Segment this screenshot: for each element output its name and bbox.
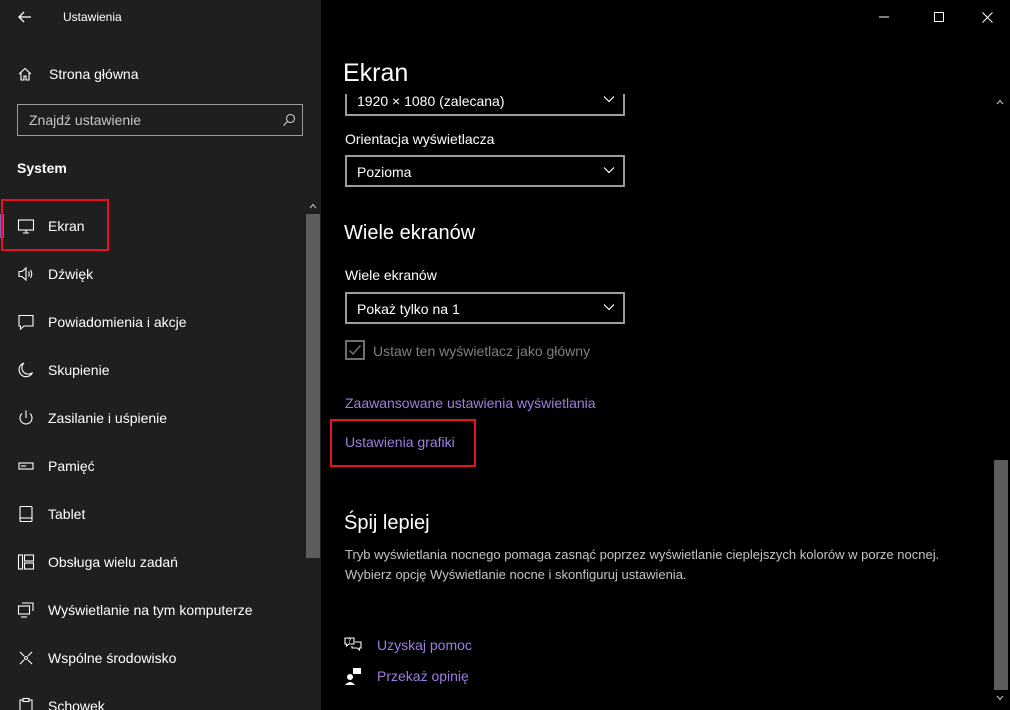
app-title: Ustawienia	[63, 10, 122, 24]
sidebar-item-label: Powiadomienia i akcje	[48, 314, 187, 330]
checkmark-icon	[348, 345, 362, 356]
sidebar-item-label: Obsługa wielu zadań	[48, 554, 178, 570]
home-icon	[18, 67, 32, 81]
sidebar-item-wspolne[interactable]: Wspólne środowisko	[0, 634, 305, 682]
sidebar-item-wyswietlanie[interactable]: Wyświetlanie na tym komputerze	[0, 586, 305, 634]
sidebar-item-label: Pamięć	[48, 458, 95, 474]
scroll-up-arrow-icon[interactable]	[309, 203, 317, 209]
sidebar-item-dzwiek[interactable]: Dźwięk	[0, 250, 305, 298]
multiple-displays-value: Pokaż tylko na 1	[357, 301, 460, 317]
feedback-person-icon	[345, 668, 361, 685]
sidebar-item-tablet[interactable]: Tablet	[0, 490, 305, 538]
resolution-value: 1920 × 1080 (zalecana)	[357, 93, 505, 109]
shared-experiences-icon	[19, 651, 33, 665]
chevron-down-icon	[603, 167, 615, 174]
minimize-button[interactable]	[861, 0, 907, 34]
speaker-icon	[18, 266, 33, 282]
svg-text:?: ?	[348, 638, 351, 645]
main-scrollbar-thumb[interactable]	[994, 460, 1008, 690]
close-icon	[981, 11, 993, 23]
sleep-better-heading: Śpij lepiej	[344, 512, 430, 534]
orientation-label: Orientacja wyświetlacza	[345, 131, 495, 147]
power-icon	[19, 410, 33, 425]
storage-icon	[18, 462, 34, 470]
section-label-system: System	[17, 160, 67, 176]
search-input[interactable]	[18, 105, 273, 135]
main-display-checkbox[interactable]	[345, 340, 365, 360]
minimize-icon	[879, 16, 889, 18]
notification-icon	[18, 314, 34, 331]
chevron-down-icon	[603, 304, 615, 311]
search-icon[interactable]	[282, 113, 296, 127]
orientation-dropdown[interactable]: Pozioma	[345, 155, 625, 187]
multiple-displays-label: Wiele ekranów	[345, 267, 437, 283]
page-title: Ekran	[343, 59, 409, 87]
sidebar-item-wielozadaniowosc[interactable]: Obsługa wielu zadań	[0, 538, 305, 586]
sidebar-scrollbar-thumb[interactable]	[306, 214, 320, 558]
sidebar-item-label: Dźwięk	[48, 266, 94, 282]
multiple-displays-heading: Wiele ekranów	[344, 222, 476, 244]
sidebar-item-label: Ekran	[48, 218, 85, 234]
feedback-link[interactable]: Przekaż opinię	[377, 668, 469, 684]
sleep-better-description: Tryb wyświetlania nocnego pomaga zasnąć …	[345, 547, 940, 582]
advanced-display-settings-link[interactable]: Zaawansowane ustawienia wyświetlania	[345, 395, 596, 411]
sidebar-item-label: Zasilanie i uśpienie	[48, 410, 168, 426]
monitor-icon	[17, 219, 35, 234]
sidebar-item-label: Schowek	[48, 698, 105, 710]
search-box	[17, 104, 303, 136]
scroll-down-arrow-icon[interactable]	[996, 695, 1004, 701]
sidebar-nav-list: Ekran Dźwięk Powiadomienia i akcje Skupi…	[0, 199, 305, 710]
close-button[interactable]	[964, 0, 1010, 34]
scroll-up-arrow-icon[interactable]	[996, 99, 1004, 105]
chevron-down-icon	[603, 96, 615, 103]
sidebar-item-label: Wspólne środowisko	[48, 650, 177, 666]
sidebar: Ustawienia Strona główna System Ekran	[0, 0, 321, 710]
back-button[interactable]	[13, 5, 37, 29]
main-content: Ekran 1920 × 1080 (zalecana) Orientacja …	[321, 0, 1010, 710]
clipboard-icon	[19, 697, 33, 710]
moon-icon	[18, 362, 34, 378]
sidebar-item-label: Skupienie	[48, 362, 110, 378]
multiple-displays-dropdown[interactable]: Pokaż tylko na 1	[345, 292, 625, 324]
sidebar-item-powiadomienia[interactable]: Powiadomienia i akcje	[0, 298, 305, 346]
help-chat-icon: ?	[344, 637, 362, 652]
sidebar-item-skupienie[interactable]: Skupienie	[0, 346, 305, 394]
orientation-value: Pozioma	[357, 164, 412, 180]
maximize-button[interactable]	[916, 0, 962, 34]
home-nav-item[interactable]: Strona główna	[0, 60, 321, 88]
get-help-link[interactable]: Uzyskaj pomoc	[377, 637, 472, 653]
sidebar-item-label: Tablet	[48, 506, 86, 522]
sidebar-item-label: Wyświetlanie na tym komputerze	[48, 602, 253, 618]
highlight-box-graphics	[330, 419, 476, 467]
back-arrow-icon	[18, 11, 31, 23]
sidebar-item-pamiec[interactable]: Pamięć	[0, 442, 305, 490]
home-label: Strona główna	[49, 66, 139, 82]
multitasking-icon	[17, 554, 35, 570]
scroll-mask	[341, 88, 631, 94]
sidebar-item-schowek[interactable]: Schowek	[0, 682, 305, 710]
sidebar-item-zasilanie[interactable]: Zasilanie i uśpienie	[0, 394, 305, 442]
sidebar-item-ekran[interactable]: Ekran	[0, 199, 305, 251]
tablet-icon	[19, 505, 33, 523]
maximize-icon	[934, 12, 944, 22]
project-icon	[17, 602, 34, 618]
main-display-checkbox-label: Ustaw ten wyświetlacz jako główny	[373, 343, 591, 359]
